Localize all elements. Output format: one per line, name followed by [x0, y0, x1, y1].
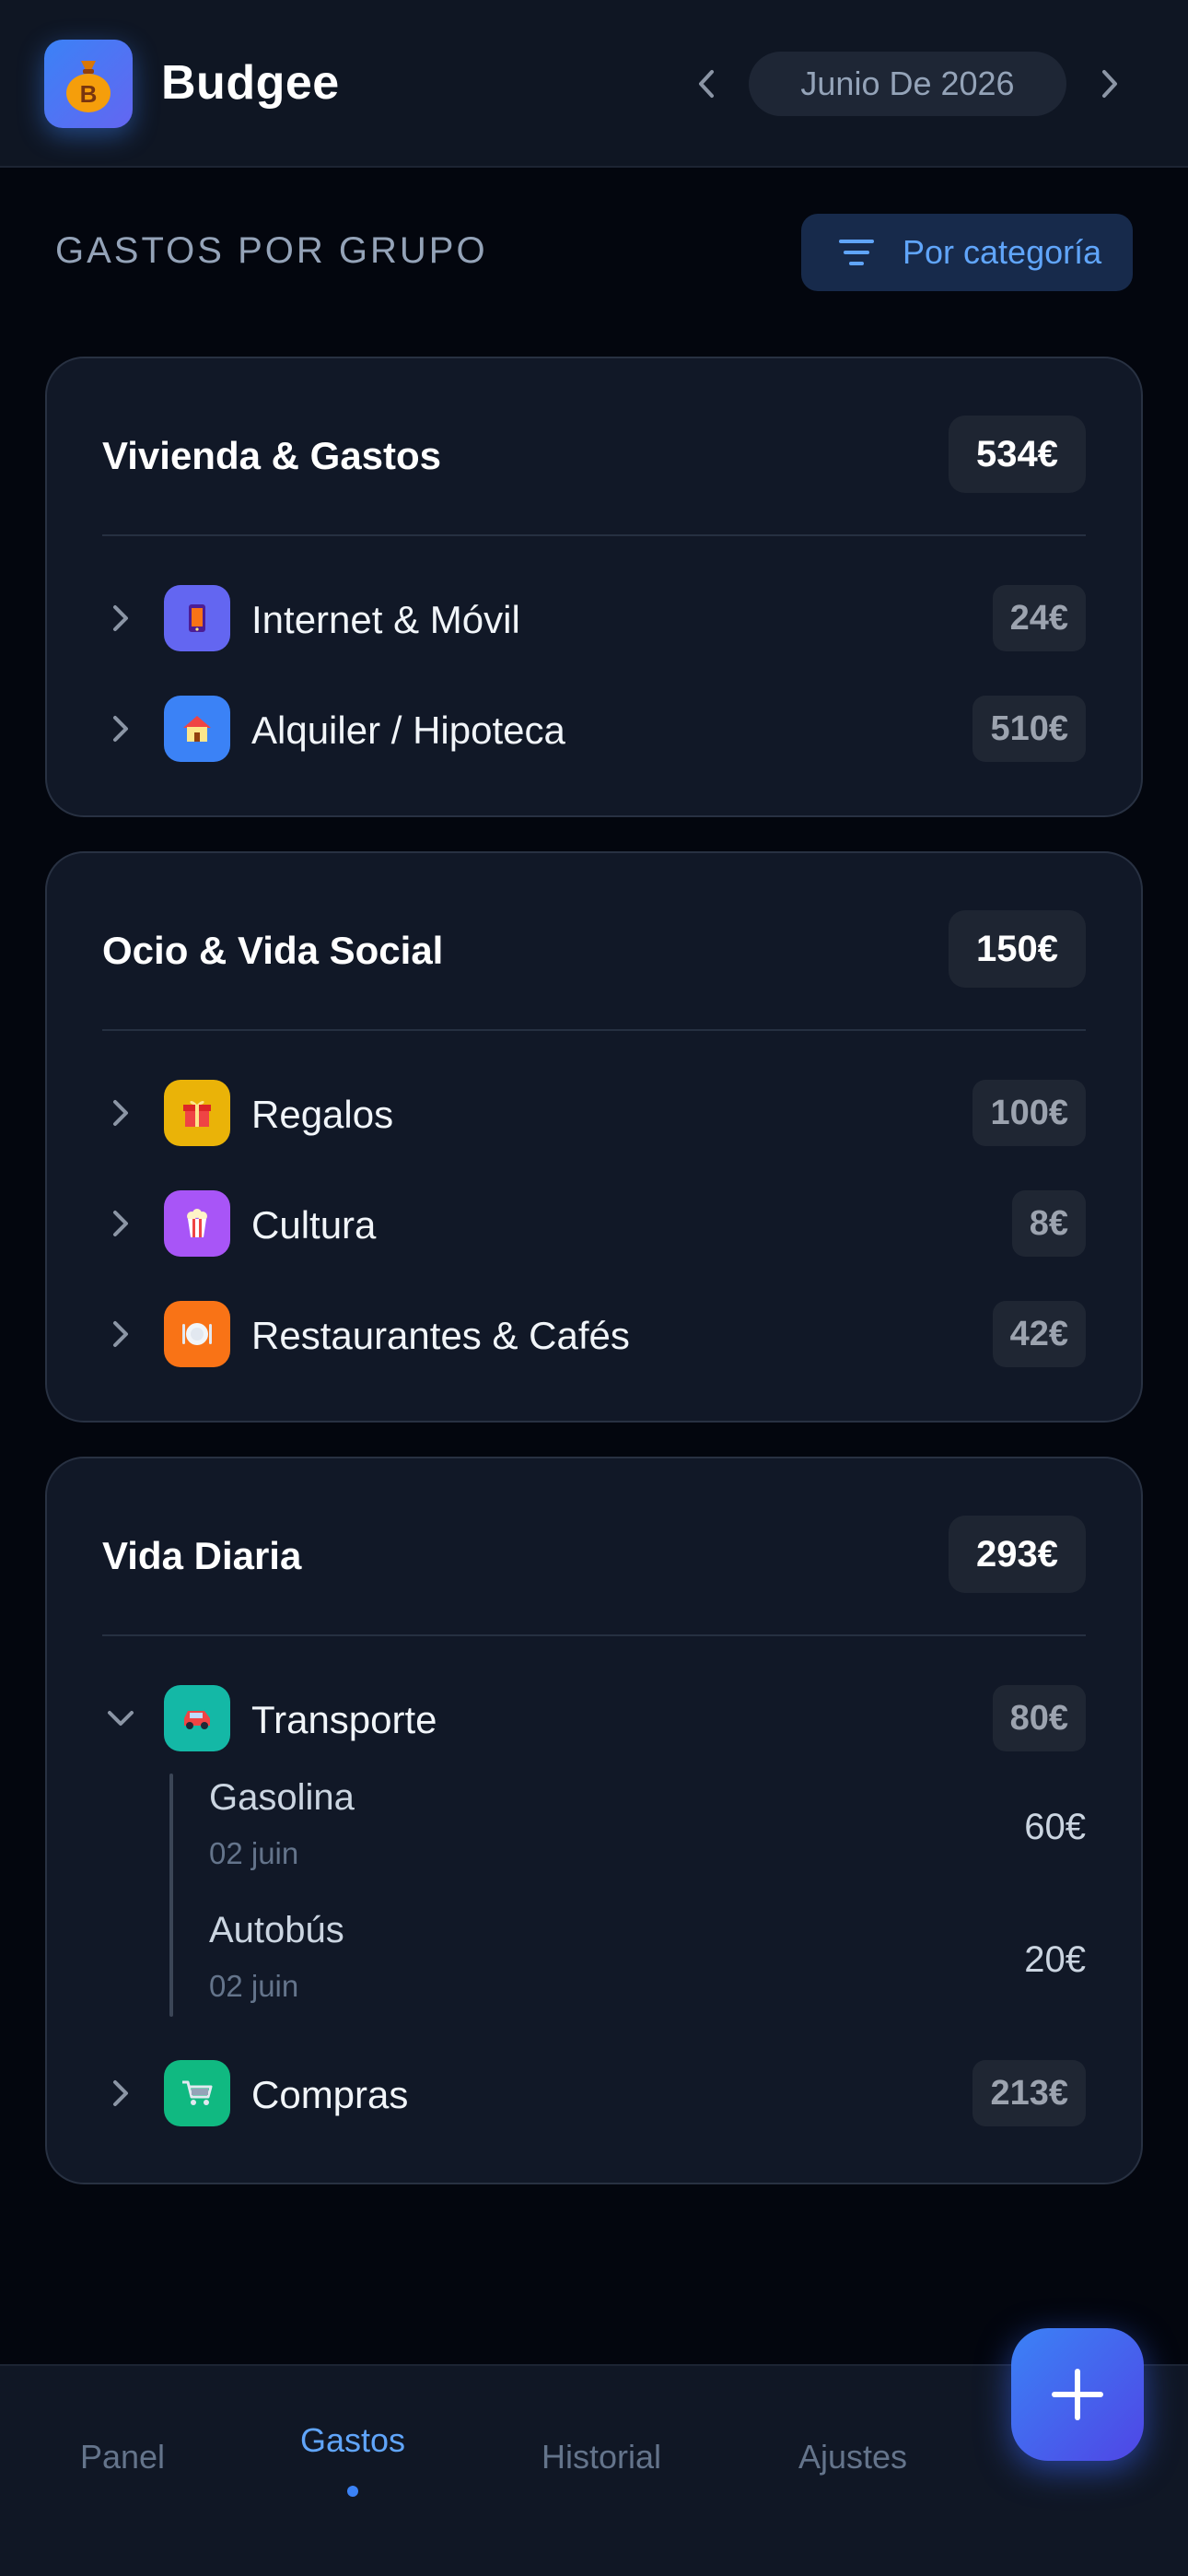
- group-title: Ocio & Vida Social: [102, 929, 444, 972]
- active-tab-indicator: [347, 2486, 358, 2497]
- divider: [102, 534, 1086, 536]
- transaction-row[interactable]: Autobús 02 juin 20€: [209, 1910, 1086, 2011]
- category-amount: 100€: [973, 1080, 1086, 1146]
- chevron-right-icon: [1102, 70, 1117, 98]
- chevron-left-icon: [699, 70, 714, 98]
- group-by-button[interactable]: Por categoría: [801, 214, 1133, 291]
- money-bag-icon: B: [44, 40, 133, 128]
- divider: [102, 1634, 1086, 1636]
- chevron-right-icon: [102, 1205, 139, 1242]
- category-row[interactable]: Compras 213€: [102, 2060, 1086, 2126]
- transaction-list-line: [169, 1774, 173, 2017]
- tab-panel[interactable]: Panel: [21, 2438, 224, 2476]
- section-title: GASTOS POR GRUPO: [55, 230, 488, 271]
- svg-text:B: B: [80, 80, 98, 108]
- group-header: Vivienda & Gastos 534€: [102, 416, 1086, 493]
- group-total: 150€: [949, 910, 1086, 988]
- filter-lines-icon: [838, 238, 875, 267]
- chevron-right-icon: [102, 1095, 139, 1131]
- divider: [102, 1029, 1086, 1031]
- cart-icon: [164, 2060, 230, 2126]
- group-title: Vida Diaria: [102, 1534, 302, 1577]
- transaction-row[interactable]: Gasolina 02 juin 60€: [209, 1777, 1086, 1879]
- category-row[interactable]: Cultura 8€: [102, 1190, 1086, 1257]
- category-amount: 42€: [992, 1301, 1086, 1367]
- group-header: Ocio & Vida Social 150€: [102, 910, 1086, 988]
- transaction-amount: 20€: [1024, 1939, 1086, 1980]
- chevron-right-icon: [102, 2075, 139, 2112]
- category-name: Compras: [251, 2073, 409, 2116]
- month-selector[interactable]: Junio De 2026: [749, 52, 1066, 116]
- group-header: Vida Diaria 293€: [102, 1516, 1086, 1593]
- category-amount: 24€: [992, 585, 1086, 651]
- chevron-right-icon: [102, 1316, 139, 1352]
- transaction-date: 02 juin: [209, 1836, 299, 1870]
- category-name: Transporte: [251, 1698, 437, 1741]
- transaction-name: Gasolina: [209, 1777, 355, 1818]
- transaction-date: 02 juin: [209, 1969, 299, 2003]
- transaction-amount: 60€: [1024, 1807, 1086, 1847]
- app-title: Budgee: [161, 56, 340, 110]
- category-name: Internet & Móvil: [251, 598, 520, 641]
- bottom-nav: Panel Gastos Historial Ajustes: [0, 2364, 1188, 2576]
- previous-month-button[interactable]: [683, 61, 729, 107]
- category-row[interactable]: Transporte 80€: [102, 1685, 1086, 1751]
- top-bar: B Budgee Junio De 2026: [0, 0, 1188, 168]
- gift-icon: [164, 1080, 230, 1146]
- tab-gastos[interactable]: Gastos: [251, 2421, 454, 2460]
- car-icon: [164, 1685, 230, 1751]
- popcorn-icon: [164, 1190, 230, 1257]
- category-name: Alquiler / Hipoteca: [251, 708, 565, 752]
- category-amount: 8€: [1011, 1190, 1086, 1257]
- group-card: Vivienda & Gastos 534€ Internet & Móvil …: [45, 357, 1143, 817]
- group-card: Ocio & Vida Social 150€ Regalos 100€ Cul…: [45, 851, 1143, 1423]
- category-amount: 213€: [973, 2060, 1086, 2126]
- category-name: Restaurantes & Cafés: [251, 1314, 630, 1357]
- chevron-down-icon: [102, 1700, 139, 1737]
- category-row[interactable]: Regalos 100€: [102, 1080, 1086, 1146]
- group-total: 293€: [949, 1516, 1086, 1593]
- chevron-right-icon: [102, 710, 139, 747]
- next-month-button[interactable]: [1087, 61, 1133, 107]
- chevron-right-icon: [102, 600, 139, 637]
- tab-historial[interactable]: Historial: [500, 2438, 703, 2476]
- group-total: 534€: [949, 416, 1086, 493]
- plus-icon: [1052, 2369, 1103, 2420]
- category-amount: 80€: [992, 1685, 1086, 1751]
- category-row[interactable]: Alquiler / Hipoteca 510€: [102, 696, 1086, 762]
- transaction-name: Autobús: [209, 1910, 344, 1950]
- add-expense-button[interactable]: [1011, 2328, 1144, 2461]
- phone-icon: [164, 585, 230, 651]
- category-name: Cultura: [251, 1203, 377, 1247]
- category-row[interactable]: Restaurantes & Cafés 42€: [102, 1301, 1086, 1367]
- category-amount: 510€: [973, 696, 1086, 762]
- group-by-label: Por categoría: [903, 233, 1102, 271]
- group-title: Vivienda & Gastos: [102, 434, 442, 477]
- house-icon: [164, 696, 230, 762]
- tab-ajustes[interactable]: Ajustes: [751, 2438, 954, 2476]
- category-name: Regalos: [251, 1093, 394, 1136]
- category-row[interactable]: Internet & Móvil 24€: [102, 585, 1086, 651]
- plate-icon: [164, 1301, 230, 1367]
- group-card: Vida Diaria 293€ Transporte 80€ Gasolina…: [45, 1457, 1143, 2184]
